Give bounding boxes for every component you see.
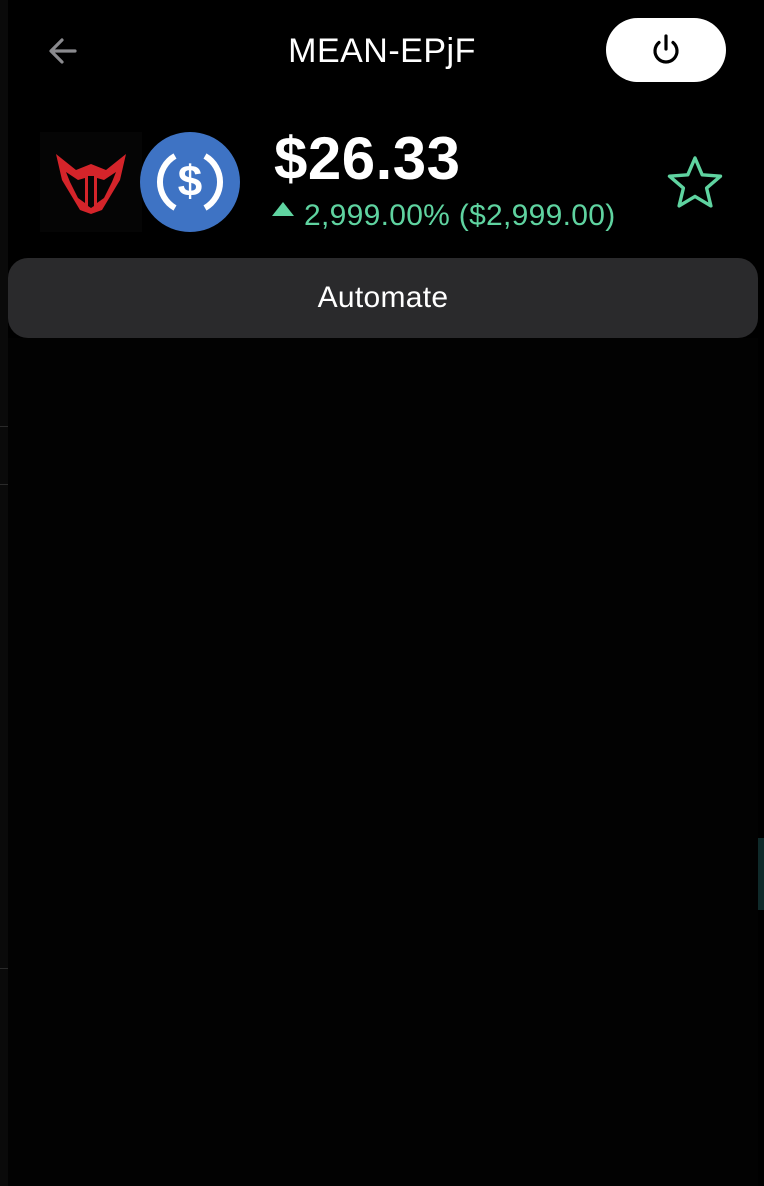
automate-button[interactable]: Automate	[8, 258, 758, 338]
token-summary: $ $26.33 2,999.00% ($2,999.00)	[40, 128, 740, 238]
page-title: MEAN-EPjF	[288, 32, 476, 70]
usdc-logo-icon: $	[140, 132, 240, 232]
chart-area	[8, 338, 758, 1186]
edge-divider	[0, 484, 8, 485]
favorite-button[interactable]	[664, 154, 726, 212]
power-icon	[653, 34, 679, 64]
usdc-coin-icon: $	[156, 153, 224, 211]
star-outline-icon	[667, 156, 723, 208]
edge-divider	[0, 426, 8, 427]
right-edge-accent	[758, 838, 764, 910]
mean-shield-icon	[56, 154, 126, 214]
left-frame-edge	[0, 0, 8, 1186]
back-button[interactable]	[40, 28, 86, 74]
price-change: 2,999.00% ($2,999.00)	[272, 196, 616, 236]
price-change-text: 2,999.00% ($2,999.00)	[304, 199, 616, 232]
triangle-up-icon	[272, 202, 294, 216]
edge-divider	[0, 968, 8, 969]
svg-text:$: $	[178, 157, 202, 206]
mean-logo-icon	[40, 132, 142, 232]
header: MEAN-EPjF	[0, 0, 764, 100]
arrow-left-icon	[49, 38, 77, 64]
power-button[interactable]	[606, 18, 726, 82]
token-price: $26.33	[274, 125, 461, 192]
